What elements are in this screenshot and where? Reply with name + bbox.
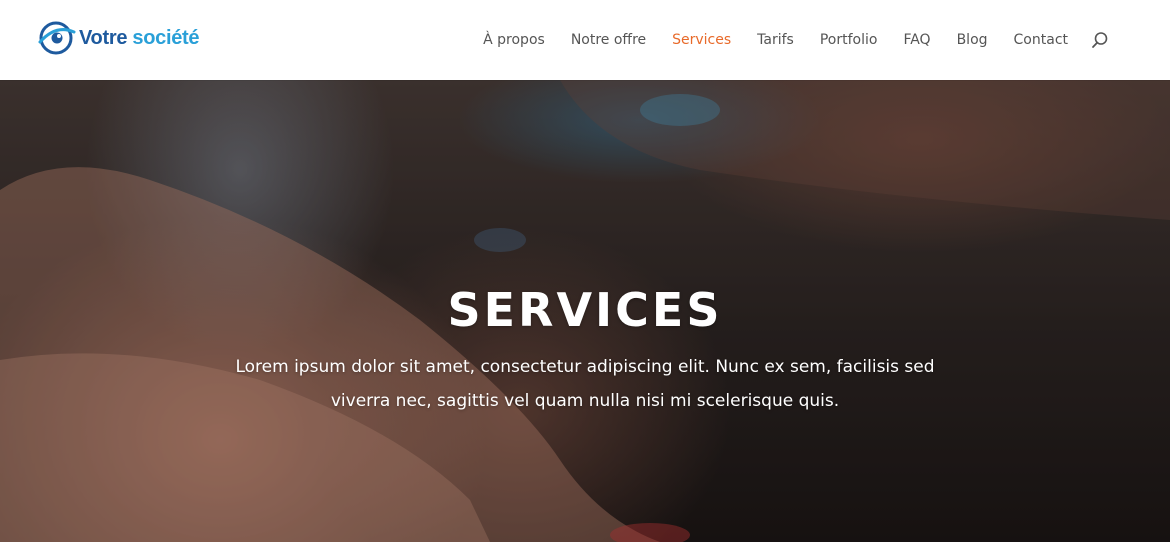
nav-item-blog[interactable]: Blog xyxy=(957,33,988,47)
logo-text-main: Votre xyxy=(79,26,133,49)
hero-title: SERVICES xyxy=(447,283,723,337)
nav-item-faq[interactable]: FAQ xyxy=(903,33,930,47)
nav-item-a-propos[interactable]: À propos xyxy=(483,33,545,47)
nav-item-portfolio[interactable]: Portfolio xyxy=(820,33,878,47)
site-logo[interactable]: Votre société xyxy=(36,18,200,58)
search-button[interactable] xyxy=(1090,30,1110,50)
logo-text: Votre société xyxy=(79,26,200,50)
hero-description: Lorem ipsum dolor sit amet, consectetur … xyxy=(235,357,935,411)
nav-item-tarifs[interactable]: Tarifs xyxy=(757,33,794,47)
site-header: Votre société À propos Notre offre Servi… xyxy=(0,0,1170,80)
nav-item-services[interactable]: Services xyxy=(672,33,731,47)
nav-item-notre-offre[interactable]: Notre offre xyxy=(571,33,646,47)
nav-item-contact[interactable]: Contact xyxy=(1014,33,1068,47)
search-icon xyxy=(1092,32,1108,48)
main-nav: À propos Notre offre Services Tarifs Por… xyxy=(457,0,1110,80)
hero-section: SERVICES Lorem ipsum dolor sit amet, con… xyxy=(0,80,1170,542)
company-logo-icon xyxy=(38,21,76,55)
logo-text-accent: société xyxy=(132,26,200,49)
